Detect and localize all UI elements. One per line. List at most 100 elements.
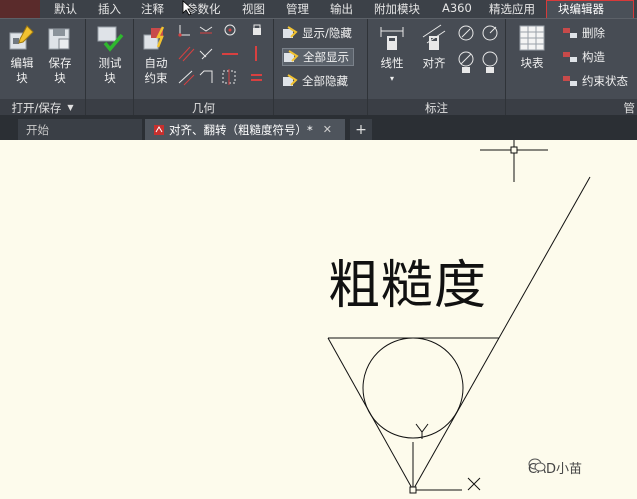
- dimension-tools-grid: [458, 25, 498, 73]
- dimension-panel-title[interactable]: 标注: [368, 99, 505, 116]
- aligned-dimension-icon: [422, 24, 446, 50]
- tab-default[interactable]: 默认: [54, 1, 77, 17]
- leader-line: [412, 176, 591, 491]
- test-panel: 测试 块: [86, 19, 134, 116]
- delete-button[interactable]: 删除: [562, 24, 605, 42]
- tab-block-editor[interactable]: 块编辑器: [558, 1, 604, 17]
- parallel-constraint-icon[interactable]: [178, 46, 195, 62]
- show-hide-label: 显示/隐藏: [302, 26, 352, 40]
- edit-block-icon: [9, 25, 34, 50]
- perpendicular-constraint-icon[interactable]: [199, 48, 213, 60]
- linear-dimension-icon: [380, 27, 404, 50]
- open-save-panel: 编辑 块 保存 块 打开/保存 ▼: [0, 19, 86, 116]
- geometry-panel-title[interactable]: 几何: [134, 99, 273, 116]
- auto-constrain-button[interactable]: 自动 约束: [138, 23, 174, 86]
- application-button[interactable]: [0, 0, 40, 18]
- angular-dimension-icon[interactable]: [458, 25, 474, 41]
- show-all-label: 全部显示: [303, 50, 349, 64]
- edit-block-label: 编辑 块: [10, 56, 34, 85]
- tab-start-label: 开始: [26, 122, 49, 137]
- tab-annotate[interactable]: 注释: [141, 1, 164, 17]
- wechat-icon: [528, 458, 546, 472]
- fix-constraint-icon[interactable]: [253, 24, 261, 35]
- save-block-label: 保存 块: [48, 56, 72, 85]
- panel-expand-icon: ▼: [67, 103, 74, 112]
- edit-block-button[interactable]: 编辑 块: [4, 23, 40, 86]
- inscribed-circle: [362, 337, 464, 439]
- visibility-panel-title: [274, 99, 367, 116]
- manage-panel: 块表 删除 构造 约束状态 管: [506, 19, 637, 116]
- tab-addins[interactable]: 附加模块: [374, 1, 420, 17]
- tab-start[interactable]: 开始: [18, 119, 142, 140]
- test-panel-title: [86, 99, 133, 116]
- tab-output[interactable]: 输出: [330, 1, 353, 17]
- test-block-button[interactable]: 测试 块: [92, 23, 128, 86]
- watermark: CAD小苗: [528, 458, 582, 477]
- visibility-panel: 显示/隐藏 全部显示 全部隐藏: [274, 19, 368, 116]
- align-button[interactable]: 对齐: [416, 23, 452, 71]
- linear-button[interactable]: 线性 ▾: [374, 23, 410, 86]
- tab-drawing-file[interactable]: 对齐、翻转（粗糙度符号）* ✕: [145, 119, 345, 140]
- linear-dropdown-icon[interactable]: ▾: [374, 71, 410, 86]
- new-tab-button[interactable]: +: [350, 119, 372, 140]
- constraint-status-button[interactable]: 约束状态: [562, 72, 628, 90]
- roughness-symbol-drawing: [327, 140, 591, 494]
- hide-all-label: 全部隐藏: [302, 74, 348, 88]
- convert-dimension-icon[interactable]: [482, 51, 498, 73]
- linear-label: 线性: [380, 56, 404, 70]
- construct-button[interactable]: 构造: [562, 48, 605, 66]
- drawing-canvas[interactable]: 粗糙度 CAD小苗: [0, 140, 637, 499]
- test-block-icon: [97, 26, 124, 52]
- show-all-icon: [284, 50, 299, 62]
- symmetric-constraint-icon[interactable]: [222, 69, 236, 85]
- roughness-label: 粗糙度: [328, 256, 488, 316]
- crosshair-cursor: [480, 140, 548, 182]
- tab-drawing-file-label: 对齐、翻转（粗糙度符号）*: [169, 122, 313, 137]
- constraint-status-icon: [563, 76, 577, 86]
- tangent-constraint-icon[interactable]: [178, 70, 195, 86]
- auto-constrain-icon: [143, 26, 165, 50]
- radius-dimension-icon[interactable]: [482, 25, 498, 41]
- geometry-panel: 自动 约束 几何: [134, 19, 274, 116]
- tab-insert[interactable]: 插入: [98, 1, 121, 17]
- ribbon: 编辑 块 保存 块 打开/保存 ▼ 测试 块 自动 约束 几何 显示/隐藏 全部…: [0, 18, 637, 116]
- align-label: 对齐: [422, 56, 446, 70]
- tab-manage[interactable]: 管理: [286, 1, 309, 17]
- hide-all-button[interactable]: 全部隐藏: [282, 72, 348, 90]
- open-save-title-text: 打开/保存: [11, 100, 62, 115]
- show-hide-button[interactable]: 显示/隐藏: [282, 24, 352, 42]
- mouse-cursor-icon: [182, 0, 194, 16]
- concentric-constraint-icon[interactable]: [224, 24, 236, 36]
- diameter-dimension-icon[interactable]: [458, 51, 474, 73]
- hide-all-icon: [283, 74, 298, 86]
- delete-icon: [563, 28, 577, 38]
- equal-constraint-icon[interactable]: [251, 74, 262, 81]
- tab-featured-apps[interactable]: 精选应用: [489, 1, 535, 17]
- show-all-button[interactable]: 全部显示: [282, 48, 354, 66]
- save-block-button[interactable]: 保存 块: [42, 23, 78, 86]
- ribbon-tab-bar: 默认 插入 注释 参数化 视图 管理 输出 附加模块 A360 精选应用 块编辑…: [0, 0, 637, 19]
- dimension-title-text: 标注: [425, 100, 448, 115]
- tab-a360[interactable]: A360: [442, 1, 472, 15]
- block-table-button[interactable]: 块表: [512, 23, 552, 71]
- construct-label: 构造: [582, 50, 605, 64]
- save-block-icon: [48, 28, 70, 50]
- collinear-constraint-icon[interactable]: [199, 26, 213, 34]
- auto-constrain-label: 自动 约束: [144, 56, 168, 85]
- delete-label: 删除: [582, 26, 605, 40]
- coincident-constraint-icon[interactable]: [178, 25, 190, 37]
- block-table-label: 块表: [520, 56, 544, 70]
- geometry-title-text: 几何: [192, 100, 215, 115]
- test-block-label: 测试 块: [98, 56, 122, 85]
- document-tab-bar: 开始 对齐、翻转（粗糙度符号）* ✕ +: [0, 115, 637, 140]
- plus-icon: +: [355, 121, 367, 138]
- constraint-status-label: 约束状态: [582, 74, 628, 88]
- dimension-panel: 线性 ▾ 对齐 标注: [368, 19, 506, 116]
- manage-title-text: 管: [623, 100, 636, 115]
- smooth-constraint-icon[interactable]: [199, 70, 213, 83]
- tab-view[interactable]: 视图: [242, 1, 265, 17]
- manage-panel-title[interactable]: 管: [506, 99, 637, 116]
- open-save-panel-title[interactable]: 打开/保存 ▼: [0, 99, 85, 116]
- close-icon[interactable]: ✕: [323, 123, 332, 136]
- block-table-icon: [519, 25, 545, 51]
